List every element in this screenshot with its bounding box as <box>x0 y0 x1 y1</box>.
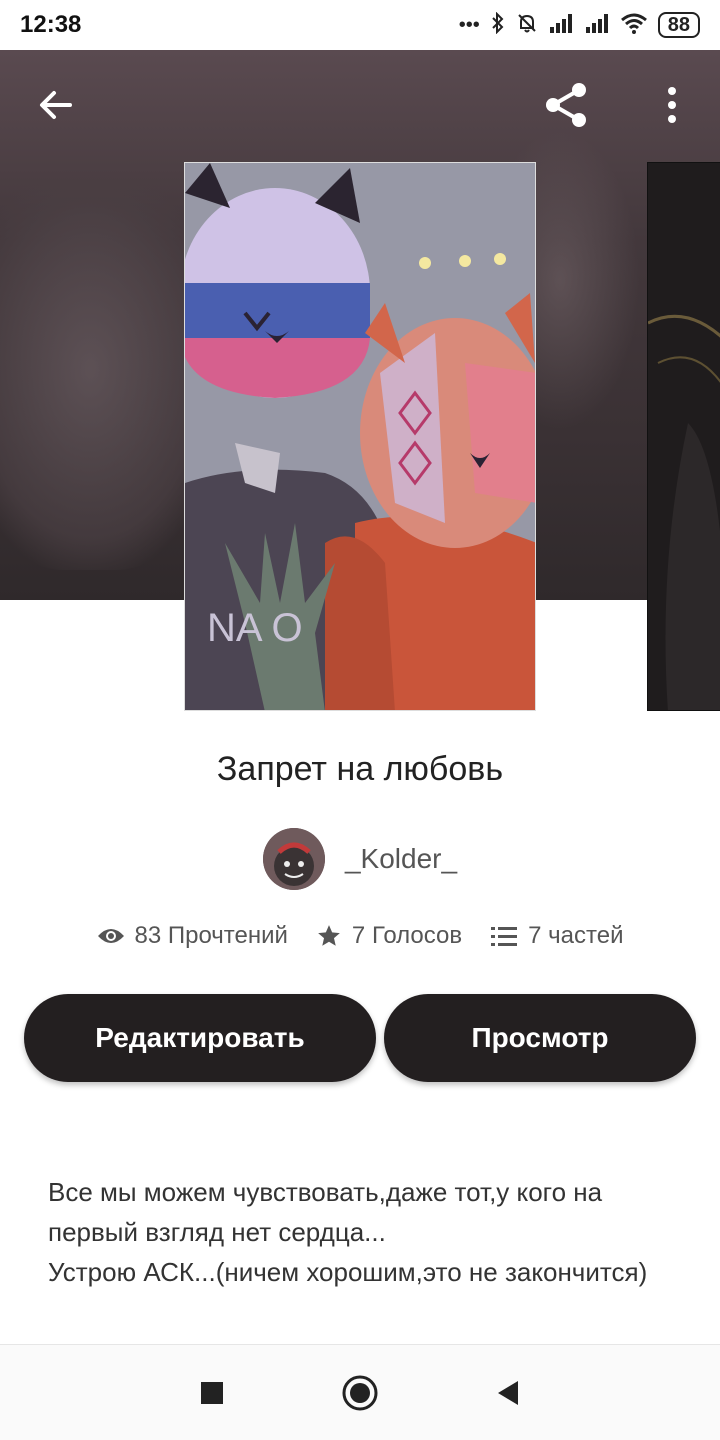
next-book-cover[interactable] <box>647 162 720 711</box>
more-options-button[interactable] <box>642 70 702 140</box>
system-nav-bar <box>0 1344 720 1440</box>
status-bar: 12:38 ••• 88 <box>0 0 720 50</box>
author-row[interactable]: _Kolder_ <box>0 828 720 890</box>
triangle-back-icon <box>498 1380 518 1405</box>
circle-icon <box>342 1375 378 1410</box>
signal-icon <box>548 13 574 37</box>
parts-stat: 7 частей <box>490 922 623 950</box>
author-name[interactable]: _Kolder_ <box>345 843 457 875</box>
book-title: Запрет на любовь <box>216 750 504 788</box>
book-description: Все мы можем чувствовать,даже тот,у кого… <box>48 1172 688 1292</box>
parts-count: 7 частей <box>528 922 624 949</box>
bell-off-icon <box>516 12 538 38</box>
description-paragraph: Все мы можем чувствовать,даже тот,у кого… <box>48 1177 603 1247</box>
square-icon <box>201 1381 223 1404</box>
back-button[interactable] <box>26 70 86 140</box>
reads-count: 83 Прочтений <box>134 922 288 949</box>
preview-button[interactable]: Просмотр <box>384 994 696 1082</box>
eye-icon <box>97 929 124 943</box>
bluetooth-icon <box>490 11 506 38</box>
share-icon <box>546 83 586 127</box>
reads-stat: 83 Прочтений <box>97 922 288 950</box>
status-icons: ••• 88 <box>458 11 700 38</box>
status-time: 12:38 <box>20 11 82 38</box>
stats-row: 83 Прочтений 7 Голосов 7 частей <box>0 922 720 950</box>
book-cover[interactable]: NA O <box>184 162 536 711</box>
votes-count: 7 Голосов <box>351 922 463 949</box>
more-vertical-icon <box>668 87 676 123</box>
arrow-left-icon <box>40 91 72 119</box>
system-back-button[interactable] <box>488 1373 528 1413</box>
edit-button[interactable]: Редактировать <box>24 994 376 1082</box>
list-icon <box>491 927 518 946</box>
cover-text: NA O <box>207 606 303 650</box>
wifi-icon <box>620 12 648 38</box>
share-button[interactable] <box>536 70 596 140</box>
cover-illustration <box>648 163 720 710</box>
battery-indicator: 88 <box>657 12 700 38</box>
votes-stat: 7 Голосов <box>316 922 462 950</box>
cover-illustration: NA O <box>185 163 535 710</box>
star-icon <box>318 925 340 946</box>
signal-icon <box>584 13 610 37</box>
home-button[interactable] <box>340 1373 380 1413</box>
author-avatar[interactable] <box>262 828 325 890</box>
recents-button[interactable] <box>192 1373 232 1413</box>
more-dots-icon: ••• <box>458 14 480 36</box>
description-paragraph: Устрою АСК...(ничем хорошим,это не закон… <box>48 1257 648 1287</box>
